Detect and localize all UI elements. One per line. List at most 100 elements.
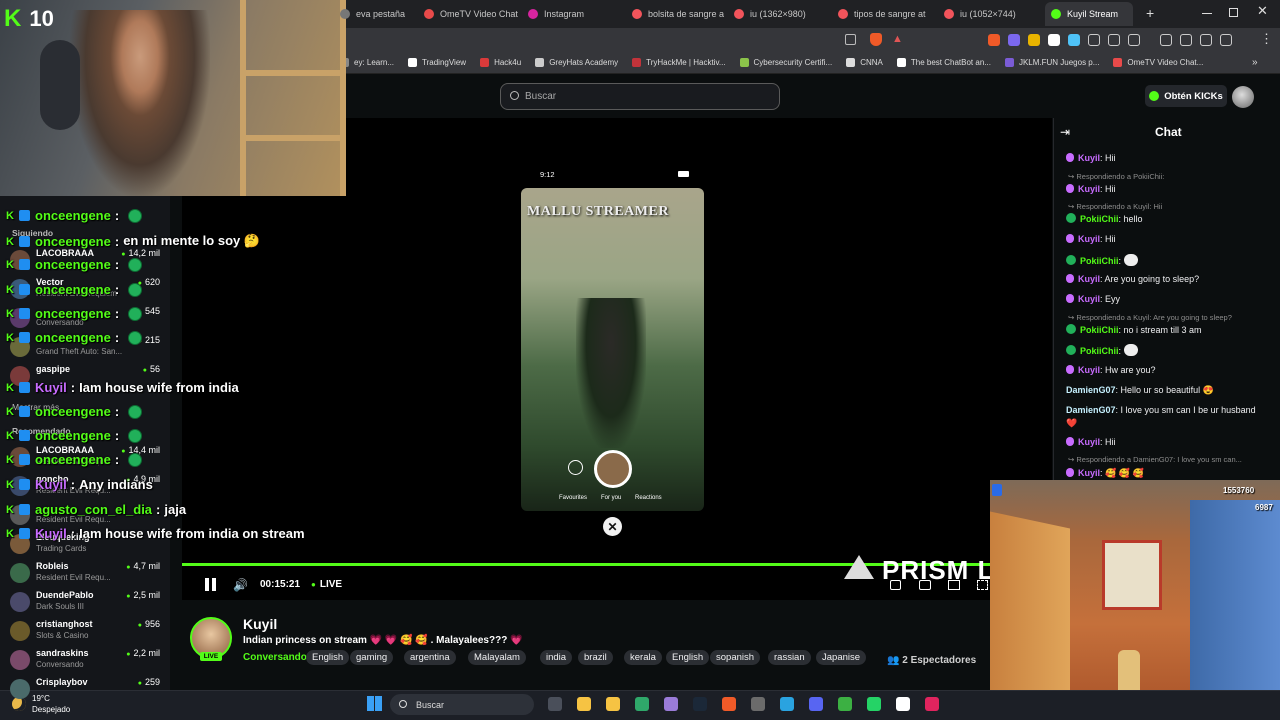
start-icon[interactable] [367, 696, 382, 711]
extension-icon[interactable] [1048, 34, 1060, 46]
bookmark-link[interactable]: Cybersecurity Certifi... [739, 58, 832, 67]
fullscreen-icon[interactable] [977, 580, 988, 590]
get-kicks-button[interactable]: Obtén KICKs [1145, 85, 1227, 107]
maximize-icon[interactable] [1229, 8, 1238, 17]
browser-tab[interactable]: iu (1052×744) [944, 4, 1036, 24]
taskbar-app-icon[interactable] [896, 697, 910, 711]
close-window-icon[interactable]: ✕ [1257, 3, 1268, 19]
bookmark-link[interactable]: TryHackMe | Hacktiv... [632, 58, 726, 67]
taskbar-app-icon[interactable] [606, 697, 620, 711]
chat-username[interactable]: PokiiChii [1080, 325, 1119, 335]
new-tab-icon[interactable]: + [1146, 5, 1154, 21]
stream-tag[interactable]: English [306, 650, 350, 665]
browser-tab[interactable]: eva pestaña [340, 4, 418, 24]
stream-tag[interactable]: Japanise [816, 650, 867, 665]
pip-icon[interactable] [919, 580, 931, 590]
user-avatar[interactable] [1232, 86, 1254, 108]
streamer-name[interactable]: Kuyil [243, 616, 277, 632]
chat-username[interactable]: Kuyil [1078, 365, 1100, 375]
browser-tab[interactable]: Instagram [528, 4, 624, 24]
stream-tag[interactable]: Malayalam [468, 650, 526, 665]
menu-icon[interactable]: ⋮ [1260, 31, 1273, 47]
browser-tab[interactable]: iu (1362×980) [734, 4, 830, 24]
chat-username[interactable]: Kuyil [1078, 437, 1100, 447]
extension-icon[interactable] [988, 34, 1000, 46]
taskbar-app-icon[interactable] [635, 697, 649, 711]
taskbar-app-icon[interactable] [664, 697, 678, 711]
chat-username[interactable]: PokiiChii [1080, 214, 1119, 224]
pause-icon[interactable] [205, 578, 217, 591]
bookmark-link[interactable]: ey: Learn... [340, 58, 394, 67]
extension-icon[interactable] [1128, 34, 1140, 46]
share-icon[interactable] [845, 34, 856, 45]
browser-tab[interactable]: OmeTV Video Chat [424, 4, 520, 24]
chat-username[interactable]: Kuyil [1078, 153, 1100, 163]
volume-icon[interactable]: 🔊 [233, 578, 248, 592]
chat-username[interactable]: Kuyil [1078, 274, 1100, 284]
taskbar-app-icon[interactable] [693, 697, 707, 711]
bookmark-link[interactable]: CNNA [846, 58, 883, 67]
browser-tab[interactable]: Kuyil Stream [1045, 2, 1133, 26]
sidebar-channel[interactable]: sandraskins Conversando 2,2 mil [10, 648, 160, 677]
stream-tag[interactable]: brazil [578, 650, 613, 665]
chat-username[interactable]: DamienG07 [1066, 385, 1116, 395]
sidebar-channel[interactable]: Crisplaybov 259 [10, 677, 160, 706]
chat-username[interactable]: Kuyil [1078, 234, 1100, 244]
rewards-icon[interactable]: ▲ [892, 33, 903, 45]
stream-tag[interactable]: English [666, 650, 710, 665]
taskbar-app-icon[interactable] [838, 697, 852, 711]
clip-icon[interactable] [890, 580, 901, 590]
collapse-chat-icon[interactable]: ⇥ [1060, 125, 1070, 139]
stream-tag[interactable]: rassian [768, 650, 811, 665]
bookmark-link[interactable]: GreyHats Academy [535, 58, 618, 67]
extension-icon[interactable] [1220, 34, 1232, 46]
stream-category[interactable]: Conversando [243, 652, 307, 663]
taskbar-app-icon[interactable] [809, 697, 823, 711]
bookmark-link[interactable]: JKLM.FUN Juegos p... [1004, 58, 1099, 67]
overlay-chat-separator: : [156, 502, 161, 517]
browser-tab[interactable]: tipos de sangre at [838, 4, 936, 24]
search-input[interactable]: Buscar [500, 83, 780, 110]
stream-tag[interactable]: argentina [404, 650, 456, 665]
chat-username[interactable]: Kuyil [1078, 294, 1100, 304]
extension-icon[interactable] [1160, 34, 1172, 46]
stream-tag[interactable]: india [540, 650, 573, 665]
bookmarks-overflow-icon[interactable]: » [1252, 57, 1258, 68]
bookmark-link[interactable]: Hack4u [480, 58, 521, 67]
browser-tab[interactable]: bolsita de sangre a [632, 4, 726, 24]
extension-icon[interactable] [1028, 34, 1040, 46]
extension-icon[interactable] [1008, 34, 1020, 46]
stream-tag[interactable]: sopanish [710, 650, 761, 665]
chat-username[interactable]: Kuyil [1078, 468, 1100, 478]
close-icon[interactable]: ✕ [603, 517, 622, 536]
extension-icon[interactable] [1068, 34, 1080, 46]
sidebar-channel[interactable]: cristianghost Slots & Casino 956 [10, 619, 160, 648]
extension-icon[interactable] [1088, 34, 1100, 46]
bookmark-link[interactable]: The best ChatBot an... [896, 58, 991, 67]
chat-username[interactable]: PokiiChii [1080, 256, 1119, 266]
taskbar-app-icon[interactable] [548, 697, 562, 711]
taskbar-app-icon[interactable] [925, 697, 939, 711]
sidebar-channel[interactable]: Robleis Resident Evil Requ... 4,7 mil [10, 561, 160, 590]
bookmark-link[interactable]: OmeTV Video Chat... [1113, 58, 1203, 67]
taskbar-app-icon[interactable] [577, 697, 591, 711]
taskbar-app-icon[interactable] [751, 697, 765, 711]
sidebar-channel[interactable]: DuendePablo Dark Souls III 2,5 mil [10, 590, 160, 619]
chat-username[interactable]: DamienG07 [1066, 405, 1116, 415]
chat-username[interactable]: Kuyil [1078, 184, 1100, 194]
stream-tag[interactable]: kerala [624, 650, 662, 665]
taskbar-search[interactable]: Buscar [390, 694, 534, 715]
taskbar-app-icon[interactable] [780, 697, 794, 711]
extension-icon[interactable] [1108, 34, 1120, 46]
theater-mode-icon[interactable] [948, 580, 960, 590]
taskbar-app-icon[interactable] [722, 697, 736, 711]
pause-game-icon[interactable] [992, 484, 1002, 496]
stream-tag[interactable]: gaming [350, 650, 394, 665]
chat-username[interactable]: PokiiChii [1080, 346, 1119, 356]
bookmark-link[interactable]: TradingView [408, 58, 466, 67]
brave-shield-icon[interactable] [870, 33, 882, 46]
taskbar-app-icon[interactable] [867, 697, 881, 711]
extension-icon[interactable] [1200, 34, 1212, 46]
minimize-icon[interactable] [1202, 13, 1212, 14]
extension-icon[interactable] [1180, 34, 1192, 46]
